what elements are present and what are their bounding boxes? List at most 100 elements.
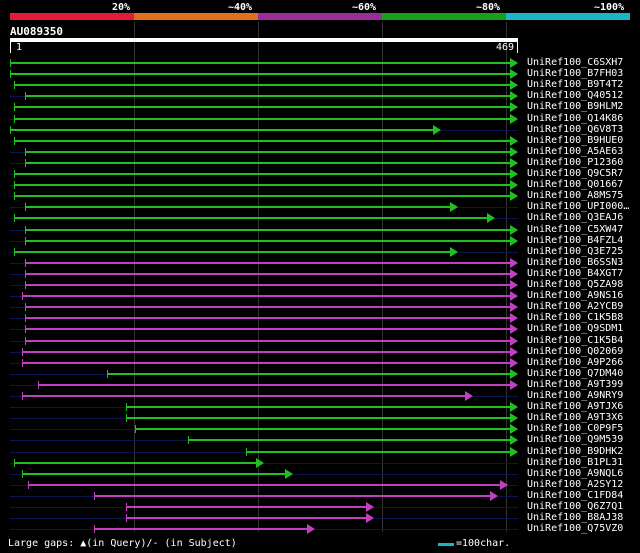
hit-alignment-bar[interactable] (25, 239, 510, 242)
hit-start-tick (14, 247, 16, 256)
hit-label[interactable]: UniRef100_A9TJX6 (527, 401, 623, 412)
hit-alignment-bar[interactable] (25, 261, 510, 264)
hit-alignment-bar[interactable] (21, 472, 286, 475)
hit-alignment-bar[interactable] (25, 228, 510, 231)
hit-label[interactable]: UniRef100_B8AJ38 (527, 512, 623, 523)
hit-label[interactable]: UniRef100_A2YCB9 (527, 301, 623, 312)
hit-start-tick (25, 236, 27, 245)
hit-direction-arrow-icon (465, 391, 474, 401)
hit-alignment-bar[interactable] (25, 161, 510, 164)
hit-alignment-bar[interactable] (134, 428, 510, 431)
hit-alignment-bar[interactable] (21, 395, 466, 397)
hit-label[interactable]: UniRef100_Q14K86 (527, 113, 623, 124)
hit-alignment-bar[interactable] (14, 139, 510, 142)
hit-label[interactable]: UniRef100_Q3EAJ6 (527, 212, 623, 223)
hit-label[interactable]: UniRef100_Q6Z7Q1 (527, 501, 623, 512)
hit-label[interactable]: UniRef100_Q75VZ0 (527, 523, 623, 534)
hit-label[interactable]: UniRef100_B1PL31 (527, 457, 623, 468)
hit-alignment-bar[interactable] (25, 328, 510, 331)
hit-label[interactable]: UniRef100_B4XGT7 (527, 268, 623, 279)
hit-label[interactable]: UniRef100_Q6V8T3 (527, 124, 623, 135)
hit-alignment-bar[interactable] (14, 250, 451, 253)
hit-label[interactable]: UniRef100_C1FD84 (527, 490, 623, 501)
hit-alignment-bar[interactable] (93, 494, 491, 497)
hit-alignment-bar[interactable] (25, 150, 510, 153)
hit-direction-arrow-icon (510, 446, 518, 457)
hit-start-tick (25, 314, 27, 323)
hit-label[interactable]: UniRef100_B9T4T2 (527, 79, 623, 90)
hit-label[interactable]: UniRef100_Q9M539 (527, 434, 623, 445)
hit-alignment-bar[interactable] (126, 417, 510, 420)
hit-alignment-bar[interactable] (25, 339, 510, 342)
hit-label[interactable]: UniRef100_Q7DM40 (527, 368, 623, 379)
hit-label[interactable]: UniRef100_Q01667 (527, 179, 623, 190)
hit-alignment-bar[interactable] (25, 95, 510, 98)
hit-start-tick (126, 514, 128, 523)
hit-label[interactable]: UniRef100_Q3E725 (527, 246, 623, 257)
hit-alignment-bar[interactable] (25, 284, 510, 286)
hit-alignment-bar[interactable] (126, 517, 366, 520)
hit-label[interactable]: UniRef100_A5AE63 (527, 146, 623, 157)
hit-alignment-bar[interactable] (188, 439, 510, 442)
hit-label[interactable]: UniRef100_A9P266 (527, 357, 623, 368)
hit-label[interactable]: UniRef100_B9HUE0 (527, 135, 623, 146)
hit-alignment-bar[interactable] (28, 483, 501, 486)
hit-alignment-bar[interactable] (14, 184, 510, 187)
hit-label[interactable]: UniRef100_A9NS16 (527, 290, 623, 301)
hit-alignment-bar[interactable] (245, 450, 510, 453)
hit-label[interactable]: UniRef100_B4FZL4 (527, 235, 623, 246)
hit-alignment-bar[interactable] (126, 406, 510, 409)
hit-label[interactable]: UniRef100_B6SSN3 (527, 257, 623, 268)
hit-label[interactable]: UniRef100_Q5ZA98 (527, 279, 623, 290)
hit-alignment-bar[interactable] (25, 317, 510, 320)
hit-label[interactable]: UniRef100_A9NQL6 (527, 468, 623, 479)
hit-alignment-bar[interactable] (21, 295, 510, 298)
hit-label[interactable]: UniRef100_C0P9F5 (527, 423, 623, 434)
hit-alignment-bar[interactable] (21, 361, 510, 364)
hit-label[interactable]: UniRef100_Q40512 (527, 90, 623, 101)
hit-direction-arrow-icon (510, 335, 518, 346)
hit-label[interactable]: UniRef100_A2SY12 (527, 479, 623, 490)
hit-alignment-bar[interactable] (25, 306, 510, 309)
hit-alignment-bar[interactable] (93, 528, 307, 531)
hit-label[interactable]: UniRef100_A9T3X6 (527, 412, 623, 423)
hit-label[interactable]: UniRef100_Q9C5R7 (527, 168, 623, 179)
hit-alignment-bar[interactable] (10, 62, 510, 64)
hit-label[interactable]: UniRef100_Q02069 (527, 346, 623, 357)
hit-label[interactable]: UniRef100_C6SXH7 (527, 57, 623, 68)
hit-label[interactable]: UniRef100_A9T399 (527, 379, 623, 390)
hit-alignment-bar[interactable] (14, 195, 510, 198)
hit-label[interactable]: UniRef100_Q9SDM1 (527, 323, 623, 334)
hit-label[interactable]: UniRef100_A8MS75 (527, 190, 623, 201)
hit-row[interactable]: UniRef100_Q75VZ0 (0, 523, 640, 535)
hit-label[interactable]: UniRef100_C5XW47 (527, 224, 623, 235)
hit-alignment-bar[interactable] (126, 506, 366, 508)
hit-label[interactable]: UniRef100_C1K5B4 (527, 335, 623, 346)
hit-alignment-bar[interactable] (14, 217, 488, 220)
hit-start-tick (14, 192, 16, 201)
hit-alignment-bar[interactable] (25, 272, 510, 275)
hit-alignment-bar[interactable] (14, 84, 510, 87)
hit-direction-arrow-icon (510, 257, 518, 268)
hit-alignment-bar[interactable] (25, 206, 451, 209)
hit-start-tick (25, 336, 27, 345)
hit-label[interactable]: UniRef100_B9DHK2 (527, 446, 623, 457)
hit-label[interactable]: UniRef100_B7FH03 (527, 68, 623, 79)
hit-direction-arrow-icon (510, 146, 518, 157)
hit-alignment-bar[interactable] (14, 173, 510, 175)
hit-alignment-bar[interactable] (10, 128, 433, 131)
hit-alignment-bar[interactable] (106, 372, 510, 375)
hit-alignment-bar[interactable] (38, 383, 510, 386)
hit-label[interactable]: UniRef100_B9HLM2 (527, 101, 623, 112)
hit-label[interactable]: UniRef100_C1K5B8 (527, 312, 623, 323)
hit-alignment-bar[interactable] (14, 461, 256, 464)
hit-label[interactable]: UniRef100_A9NRY9 (527, 390, 623, 401)
hit-alignment-bar[interactable] (21, 350, 510, 353)
hit-label[interactable]: UniRef100_P12360 (527, 157, 623, 168)
hit-label[interactable]: UniRef100_UPI000… (527, 201, 629, 212)
hit-direction-arrow-icon (510, 58, 518, 68)
hit-start-tick (25, 225, 27, 234)
hit-alignment-bar[interactable] (14, 117, 510, 120)
hit-alignment-bar[interactable] (14, 106, 510, 109)
hit-alignment-bar[interactable] (10, 73, 510, 76)
